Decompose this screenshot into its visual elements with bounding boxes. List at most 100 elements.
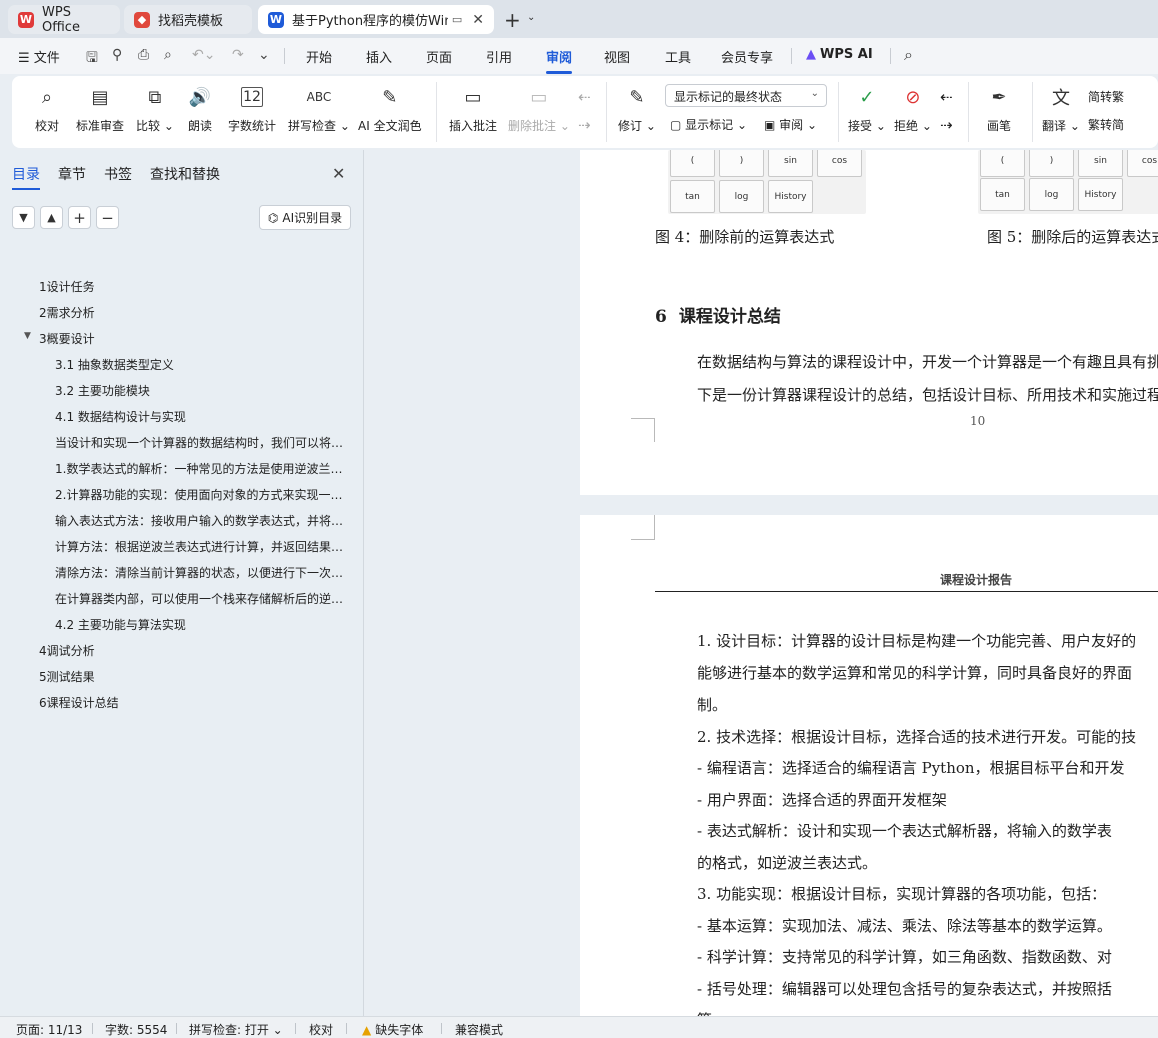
toc-item[interactable]: 3.1 抽象数据类型定义 <box>55 356 347 376</box>
toc-item[interactable]: 1.数学表达式的解析：一种常见的方法是使用逆波兰表达式 <box>55 460 347 480</box>
panel-tab-sections[interactable]: 章节 <box>58 164 86 184</box>
undo-icon[interactable]: ↶⌄ <box>192 47 215 63</box>
word-count-button[interactable]: 12 字数统计 <box>228 84 276 134</box>
share-icon[interactable]: ⚲ <box>112 47 122 63</box>
paragraph-line: 1. 设计目标：计算器的设计目标是构建一个功能完善、用户友好的 <box>697 632 1137 650</box>
translate-button[interactable]: 文 翻译 ⌄ <box>1042 84 1080 134</box>
show-markup-button[interactable]: ▢ 显示标记 ⌄ <box>670 116 747 133</box>
ai-toc-button[interactable]: ⌬ AI识别目录 <box>259 205 351 230</box>
read-aloud-button[interactable]: 🔊 朗读 <box>187 84 213 134</box>
figure-caption: 图 5：删除后的运算表达式 <box>987 228 1158 246</box>
search-icon[interactable]: ⌕ <box>904 45 913 65</box>
more-chevron-icon[interactable]: ⌄ <box>258 47 270 63</box>
redo-icon[interactable]: ↷ <box>232 47 244 63</box>
print-icon[interactable]: ⎙ <box>138 47 149 63</box>
toc-item[interactable]: 2需求分析 <box>39 304 339 324</box>
chevron-down-icon[interactable]: ⌄ <box>527 12 535 23</box>
pen-button[interactable]: ✒ 画笔 <box>986 84 1012 134</box>
accept-icon: ✓ <box>859 86 875 108</box>
page-indicator[interactable]: 页面: 11/13 <box>16 1021 82 1038</box>
expand-up-button[interactable]: ▲ <box>40 206 63 229</box>
toc-item[interactable]: 2.计算器功能的实现：使用面向对象的方式来实现一个计算器类 <box>55 486 347 506</box>
margin-corner-mark <box>631 539 655 540</box>
file-menu[interactable]: ☰ 文件 <box>18 47 60 66</box>
next-change-icon[interactable]: ⇢ <box>940 116 953 134</box>
calc-key: History <box>1078 178 1123 211</box>
tab-review[interactable]: 审阅 <box>546 47 573 74</box>
toc-item[interactable]: 3.2 主要功能模块 <box>55 382 347 402</box>
save-icon[interactable]: 🖫 <box>86 47 98 71</box>
add-heading-button[interactable]: + <box>68 206 91 229</box>
tab-template[interactable]: ◆ 找稻壳模板 <box>124 5 252 34</box>
toc-item[interactable]: 5测试结果 <box>39 668 339 688</box>
chevron-up-icon: ▲ <box>47 211 56 224</box>
traditional-to-simplified-button[interactable]: 繁转简 <box>1088 116 1124 133</box>
ai-polish-button[interactable]: ✎ AI 全文润色 <box>358 84 422 134</box>
paragraph-line: 2. 技术选择：根据设计目标，选择合适的技术进行开发。可能的技 <box>697 728 1137 746</box>
delete-comment-button[interactable]: ▭ 删除批注 ⌄ <box>508 84 570 134</box>
tab-home[interactable]: 开始 <box>306 47 332 66</box>
close-tab-icon[interactable]: ✕ <box>472 12 484 28</box>
toc-item[interactable]: 4.1 数据结构设计与实现 <box>55 408 347 428</box>
word-count-icon: 12 <box>241 87 263 107</box>
tab-wps-office[interactable]: W WPS Office <box>8 5 120 35</box>
toc-item[interactable]: 清除方法：清除当前计算器的状态，以便进行下一次计算 <box>55 564 347 584</box>
toc-item[interactable]: 输入表达式方法：接收用户输入的数学表达式，并将其解析 <box>55 512 347 532</box>
spell-check-status[interactable]: 拼写检查: 打开 ⌄ <box>189 1021 283 1038</box>
toc-item[interactable]: 当设计和实现一个计算器的数据结构时，我们可以将计算器的功能划分为以下几个部分 <box>55 434 347 454</box>
tab-insert[interactable]: 插入 <box>366 47 392 66</box>
divider <box>176 1023 177 1034</box>
collapse-down-button[interactable]: ▼ <box>12 206 35 229</box>
paragraph-line: 能够进行基本的数学运算和常见的科学计算，同时具备良好的界面 <box>697 664 1133 682</box>
toc-item[interactable]: 4.2 主要功能与算法实现 <box>55 616 347 636</box>
divider <box>295 1023 296 1034</box>
simplified-to-traditional-button[interactable]: 简转繁 <box>1088 88 1124 105</box>
missing-font-status[interactable]: ▲ 缺失字体 <box>362 1021 423 1038</box>
reject-button[interactable]: ⊘ 拒绝 ⌄ <box>894 84 932 134</box>
tab-view[interactable]: 视图 <box>604 47 630 66</box>
toc-item[interactable]: 4调试分析 <box>39 642 339 662</box>
panel-tab-bookmarks[interactable]: 书签 <box>104 164 132 184</box>
document-canvas[interactable]: ( ) sin cos tan log History ( ) sin cos … <box>365 150 1158 1016</box>
close-panel-icon[interactable]: ✕ <box>332 164 345 183</box>
toc-item[interactable]: 1设计任务 <box>39 278 339 298</box>
print-preview-icon[interactable]: ⌕ <box>164 47 172 63</box>
proofread-icon: ⌕ <box>41 86 53 108</box>
standard-review-button[interactable]: ▤ 标准审查 <box>76 84 124 134</box>
word-count-status[interactable]: 字数: 5554 <box>105 1021 167 1038</box>
panel-tab-toc[interactable]: 目录 <box>12 164 40 190</box>
divider <box>890 48 891 64</box>
accept-button[interactable]: ✓ 接受 ⌄ <box>848 84 886 134</box>
toc-item[interactable]: 在计算器类内部，可以使用一个栈来存储解析后的逆波兰表达式 <box>55 590 347 610</box>
new-tab-icon[interactable]: + <box>504 8 521 32</box>
panel-tab-find-replace[interactable]: 查找和替换 <box>150 164 220 184</box>
tab-references[interactable]: 引用 <box>486 47 512 66</box>
spell-check-button[interactable]: ABC 拼写检查 ⌄ <box>288 84 350 134</box>
expand-arrow-icon[interactable]: ▼ <box>24 331 31 341</box>
markup-display-select[interactable]: 显示标记的最终状态 ⌄ <box>665 84 827 107</box>
toc-item[interactable]: 计算方法：根据逆波兰表达式进行计算，并返回结果给用户 <box>55 538 347 558</box>
wps-ai-button[interactable]: ▲ WPS AI <box>806 47 873 62</box>
next-comment-icon[interactable]: ⇢ <box>578 116 591 134</box>
prev-change-icon[interactable]: ⇠ <box>940 88 953 106</box>
tab-document[interactable]: W 基于Python程序的模仿Windows ▭ ✕ <box>258 5 494 34</box>
review-pane-button[interactable]: ▣ 审阅 ⌄ <box>764 116 817 133</box>
proofread-button[interactable]: ⌕ 校对 <box>34 84 60 134</box>
tab-page[interactable]: 页面 <box>426 47 452 66</box>
track-changes-button[interactable]: ✎ 修订 ⌄ <box>618 84 656 134</box>
remove-heading-button[interactable]: − <box>96 206 119 229</box>
status-bar: 页面: 11/13 字数: 5554 拼写检查: 打开 ⌄ 校对 ▲ 缺失字体 兼… <box>0 1016 1158 1038</box>
proofread-status[interactable]: 校对 <box>309 1021 333 1038</box>
calculator-screenshot-before: ( ) sin cos tan log History <box>668 150 866 214</box>
monitor-icon[interactable]: ▭ <box>452 13 462 26</box>
toc-item[interactable]: 3概要设计 <box>39 330 339 350</box>
tab-tools[interactable]: 工具 <box>665 47 691 66</box>
compare-button[interactable]: ⧉ 比较 ⌄ <box>136 84 174 134</box>
calc-key: sin <box>1078 150 1123 177</box>
tab-membership[interactable]: 会员专享 <box>721 47 773 66</box>
toc-item[interactable]: 6课程设计总结 <box>39 694 339 714</box>
insert-comment-button[interactable]: ▭ 插入批注 <box>449 84 497 134</box>
prev-comment-icon[interactable]: ⇠ <box>578 88 591 106</box>
menu-bar: ☰ 文件 🖫 ⚲ ⎙ ⌕ ↶⌄ ↷ ⌄ 开始 插入 页面 引用 审阅 视图 工具… <box>0 38 1158 74</box>
page-header: 课程设计报告 <box>940 573 1013 587</box>
